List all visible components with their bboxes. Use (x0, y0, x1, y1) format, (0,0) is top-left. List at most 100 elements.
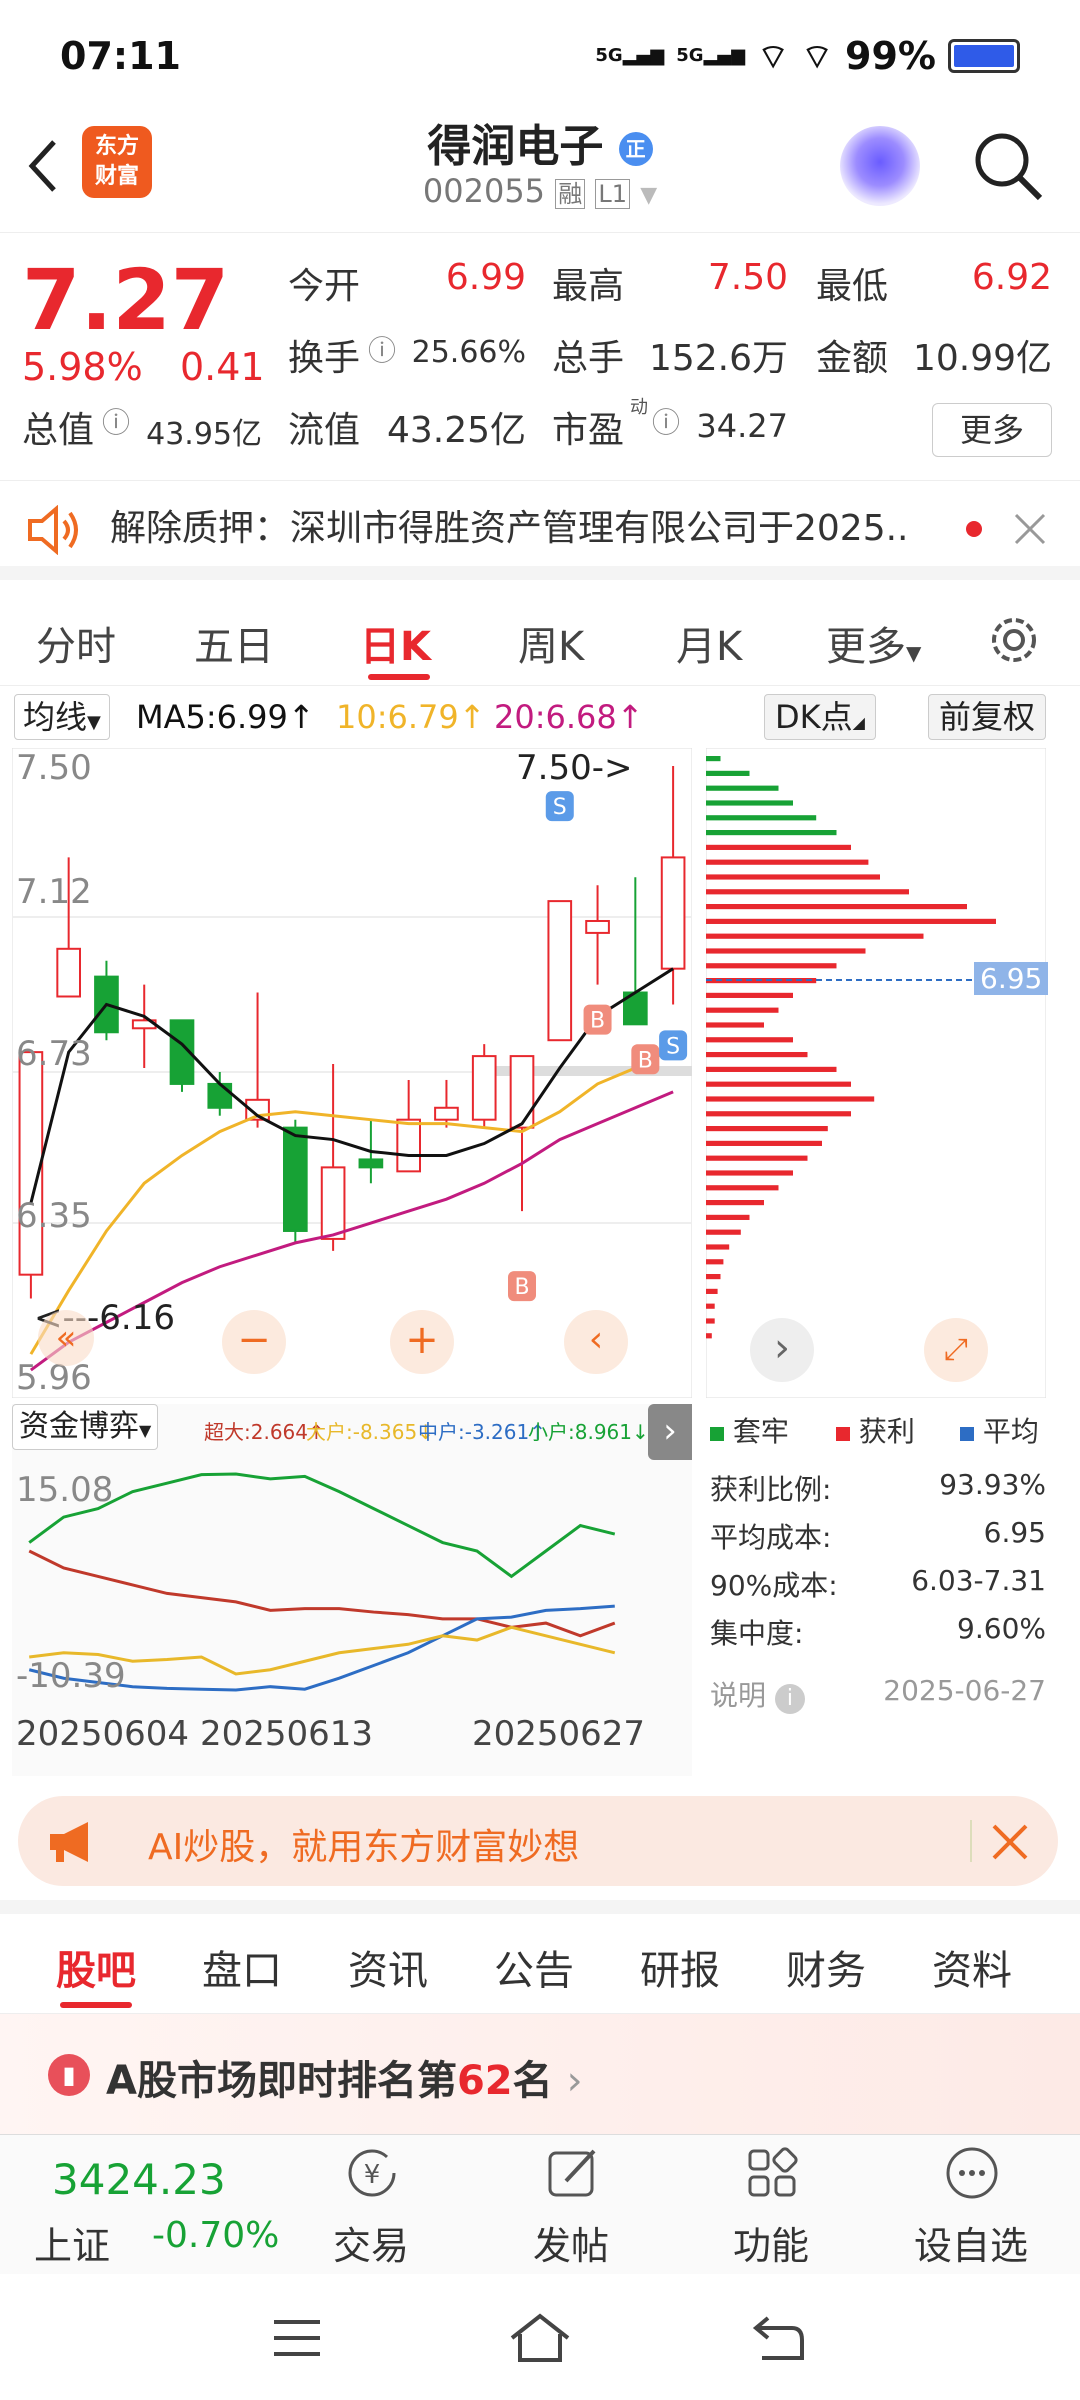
profit-ratio-value: 93.93% (939, 1468, 1046, 1501)
avg-cost-label: 平均成本: (710, 1521, 832, 1554)
nav-add-watchlist[interactable]: 设自选 (906, 2135, 1036, 2275)
high-label: 最高 (552, 266, 625, 307)
menu-icon[interactable] (272, 2318, 322, 2358)
close-icon[interactable] (1012, 511, 1048, 547)
chip-bar (706, 830, 837, 836)
rewind-double-icon[interactable]: « (38, 1310, 94, 1366)
wifi-icon-2: ⌔ (801, 36, 834, 77)
chip-bar (706, 1318, 715, 1324)
candle-body (18, 1051, 44, 1276)
price-label-bottom: 5.96 (16, 1358, 92, 1398)
nav-functions[interactable]: 功能 (706, 2135, 836, 2275)
candle-body (509, 1055, 535, 1129)
battery-icon (948, 39, 1020, 73)
tab-monthly-k[interactable]: 月K (676, 614, 742, 672)
chip-bar (706, 1081, 851, 1087)
cost-date: 2025-06-27 (883, 1674, 1046, 1707)
nav-trade[interactable]: ¥ 交易 (306, 2135, 436, 2275)
robot-avatar-icon[interactable] (840, 126, 920, 206)
fund-top-label: 15.08 (16, 1470, 114, 1510)
mktcap-value: 43.95亿 (146, 417, 262, 452)
buy-signal: B (583, 1004, 612, 1035)
tab-intraday[interactable]: 分时 (36, 614, 116, 672)
chip-bar (706, 874, 880, 880)
verified-badge: 正 (618, 132, 653, 166)
settings-gear-icon[interactable] (986, 612, 1042, 668)
back-nav-icon[interactable] (752, 2314, 806, 2362)
expand-right-icon[interactable]: › (648, 1404, 692, 1460)
mktcap-label: 总值 (22, 410, 95, 451)
cost-info-panel: 套牢 获利 平均 获利比例: 93.93% 平均成本: 6.95 90%成本: … (706, 1404, 1046, 1714)
chip-bar (706, 992, 793, 998)
close-icon-2[interactable] (990, 1822, 1030, 1862)
tab-announcement[interactable]: 公告 (494, 1938, 574, 1996)
kline-chart[interactable]: BSBBS 7.50 7.12 6.73 6.35 5.96 7.50-> <-… (11, 747, 693, 1399)
tab-news[interactable]: 资讯 (348, 1938, 428, 1996)
tab-weekly-k[interactable]: 周K (518, 614, 584, 672)
chip-distribution[interactable]: 6.95 › ⤢ (705, 747, 1049, 1399)
tab-board[interactable]: 盘口 (202, 1938, 282, 1996)
dk-point-button[interactable]: DK点◢ (764, 694, 876, 740)
fund-selector[interactable]: 资金博弈▼ (12, 1404, 159, 1450)
date-label-1: 20250604 (16, 1714, 190, 1754)
unread-dot (966, 521, 982, 537)
svg-text:S: S (666, 1034, 680, 1059)
more-dots-icon (946, 2147, 998, 2199)
low-label: 最低 (816, 266, 889, 307)
ma-selector[interactable]: 均线▼ (14, 694, 110, 740)
trade-icon: ¥ (348, 2149, 396, 2197)
adjust-button[interactable]: 前复权 (928, 694, 1047, 740)
buy-signal: B (508, 1271, 536, 1302)
sell-signal: S (659, 1030, 688, 1061)
divider (970, 1820, 972, 1862)
tab-research[interactable]: 研报 (640, 1938, 720, 1996)
next-icon[interactable]: › (750, 1318, 814, 1382)
tab-more[interactable]: 更多▼ (826, 614, 921, 672)
svg-text:B: B (638, 1048, 653, 1073)
notice-bar[interactable]: 解除质押：深圳市得胜资产管理有限公司于2025.. (0, 480, 1080, 580)
tab-forum[interactable]: 股吧 (56, 1938, 136, 1996)
high-value: 7.50 (707, 257, 788, 298)
candle-body (358, 1158, 384, 1169)
info-icon-2[interactable]: ⓘ (102, 401, 130, 441)
separator (0, 1900, 1080, 1914)
tab-daily-k[interactable]: 日K (360, 614, 431, 672)
info-icon-3[interactable]: ⓘ (652, 401, 680, 441)
index-name: 上证 (34, 2224, 111, 2268)
tab-finance[interactable]: 财务 (786, 1938, 866, 1996)
distribution-svg (705, 747, 1047, 1399)
status-time: 07:11 (60, 34, 181, 78)
nav-post[interactable]: 发帖 (506, 2135, 636, 2275)
chip-bar (706, 1052, 808, 1058)
info-icon[interactable]: ⓘ (368, 329, 396, 369)
status-icons: 5G▂▄▆ 5G▂▄▆ ⌔ ⌔ 99% (595, 34, 1020, 78)
chip-bar (706, 1303, 715, 1309)
index-ticker[interactable]: 3424.23 上证 -0.70% (0, 2135, 300, 2275)
zoom-in-icon[interactable]: + (390, 1310, 454, 1374)
search-icon[interactable] (970, 128, 1046, 204)
more-button[interactable]: 更多 (932, 403, 1052, 457)
ma-legend-row: 均线▼ MA5:6.99↑ 10:6.79↑ 20:6.68↑ DK点◢ 前复权 (0, 690, 1080, 744)
bottom-nav: 3424.23 上证 -0.70% ¥ 交易 发帖 功能 设自选 (0, 2134, 1080, 2274)
zoom-out-icon[interactable]: − (222, 1310, 286, 1374)
legend-profit: 获利 (836, 1410, 915, 1450)
stock-code: 002055 (422, 172, 546, 210)
tab-profile[interactable]: 资料 (932, 1938, 1012, 1996)
home-icon[interactable] (508, 2312, 572, 2364)
expand-icon[interactable]: ⤢ (924, 1318, 988, 1382)
pe-value: 34.27 (696, 407, 788, 445)
chip-bar (706, 904, 967, 910)
date-label-2: 20250613 (200, 1714, 374, 1754)
scroll-left-icon[interactable]: ‹ (564, 1310, 628, 1374)
price-label-4: 6.35 (16, 1196, 92, 1236)
float-label: 流值 (288, 410, 361, 451)
current-price: 7.27 (22, 251, 230, 349)
chip-bar (706, 889, 909, 895)
ai-banner[interactable]: AI炒股，就用东方财富妙想 (18, 1796, 1058, 1886)
tab-5day[interactable]: 五日 (194, 614, 274, 672)
rank-banner[interactable]: ▮ A股市场即时排名第62名 › (0, 2014, 1080, 2134)
note-link[interactable]: 说明 i (710, 1674, 805, 1714)
edit-icon (548, 2149, 596, 2197)
quote-panel: 7.27 5.98% 0.41 今开 6.99 最高 7.50 最低 6.92 … (0, 232, 1080, 472)
chip-bar (706, 948, 866, 954)
